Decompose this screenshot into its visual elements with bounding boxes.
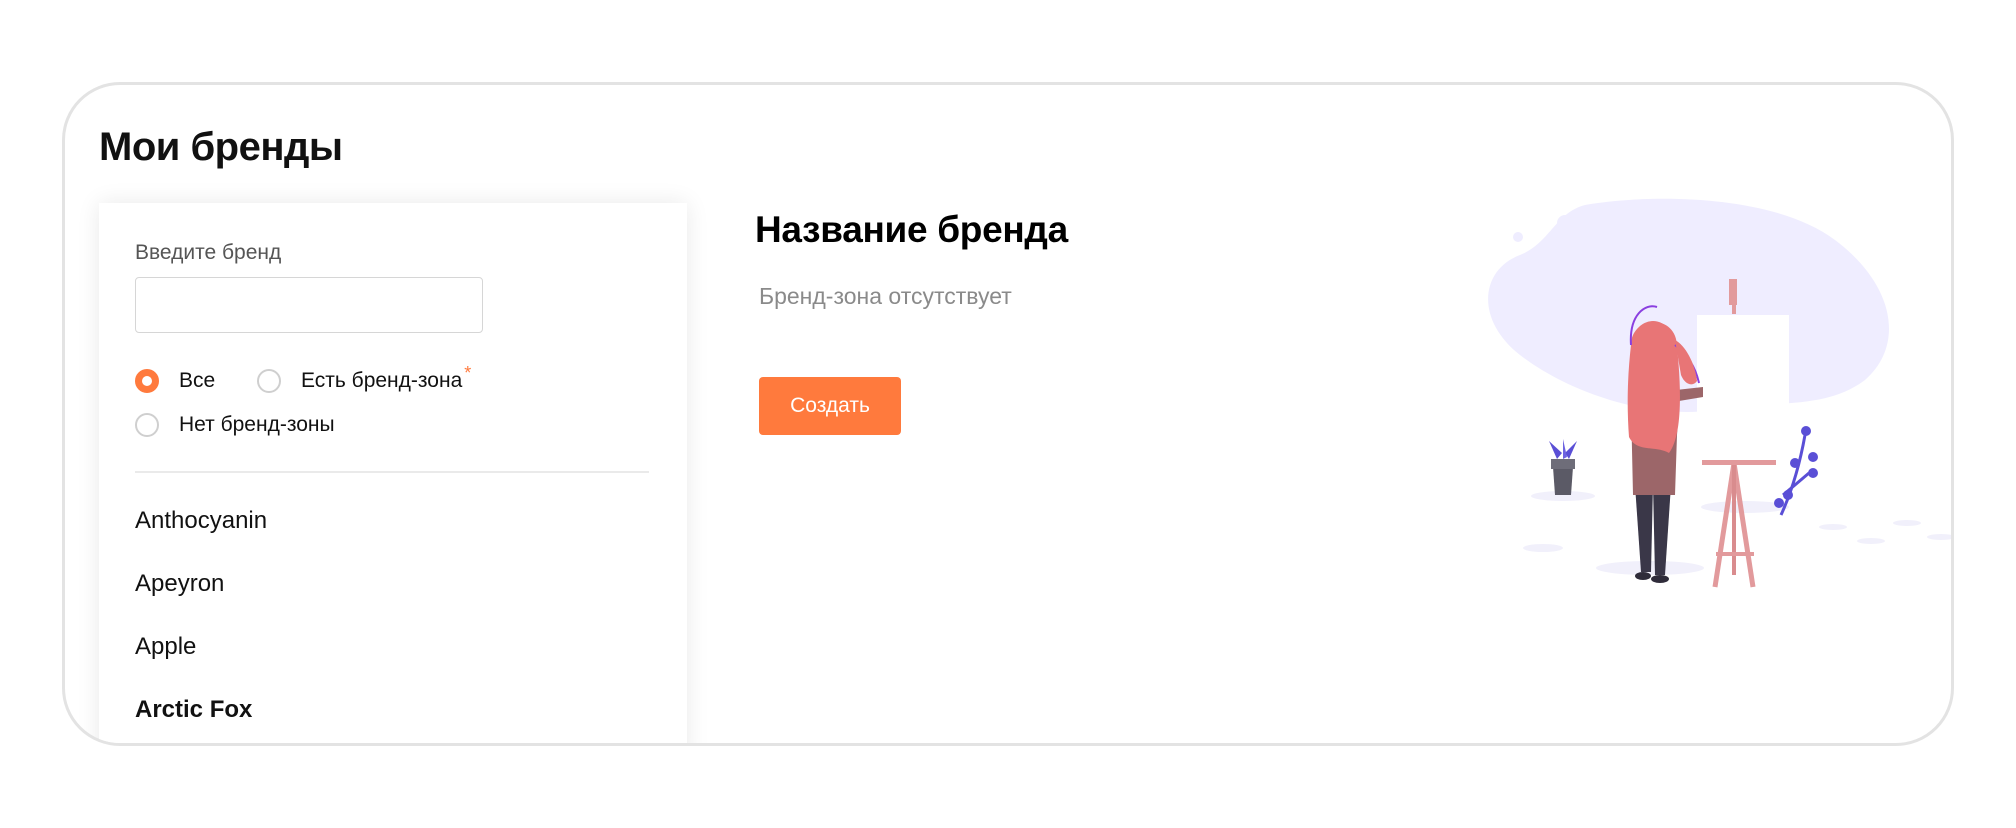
divider: [135, 471, 649, 473]
brand-list-item[interactable]: Anthocyanin: [135, 507, 267, 535]
brand-list-item[interactable]: Apple: [135, 633, 196, 661]
search-label: Введите бренд: [135, 241, 282, 264]
woman-painting-illustration: [1488, 198, 1951, 588]
brands-card: Мои бренды Введите бренд Все Есть бренд-…: [62, 82, 1954, 746]
radio-no-brand-zone[interactable]: Нет бренд-зоны: [135, 413, 335, 437]
radio-no-brand-zone-label: Нет бренд-зоны: [179, 413, 335, 436]
page-title: Мои бренды: [99, 125, 343, 169]
radio-all-label: Все: [179, 369, 216, 392]
brand-list-item-selected[interactable]: Arctic Fox: [135, 696, 252, 724]
brand-title: Название бренда: [755, 209, 1068, 250]
radio-no-brand-zone-circle[interactable]: [135, 413, 159, 437]
create-button[interactable]: Создать: [759, 377, 901, 435]
brand-list-item[interactable]: Apeyron: [135, 570, 224, 598]
radio-all[interactable]: Все: [135, 369, 215, 393]
brand-zone-status: Бренд-зона отсутствует: [759, 283, 1012, 309]
radio-has-brand-zone-label: Есть бренд-зона: [301, 369, 463, 392]
brand-filter-panel: Введите бренд Все Есть бренд-зона * Нет …: [99, 203, 687, 743]
radio-has-brand-zone-circle[interactable]: [257, 369, 281, 393]
radio-has-brand-zone[interactable]: Есть бренд-зона *: [257, 363, 471, 393]
radio-all-circle[interactable]: [135, 369, 159, 393]
brand-search-input[interactable]: [135, 277, 483, 333]
required-marker: *: [464, 362, 472, 383]
